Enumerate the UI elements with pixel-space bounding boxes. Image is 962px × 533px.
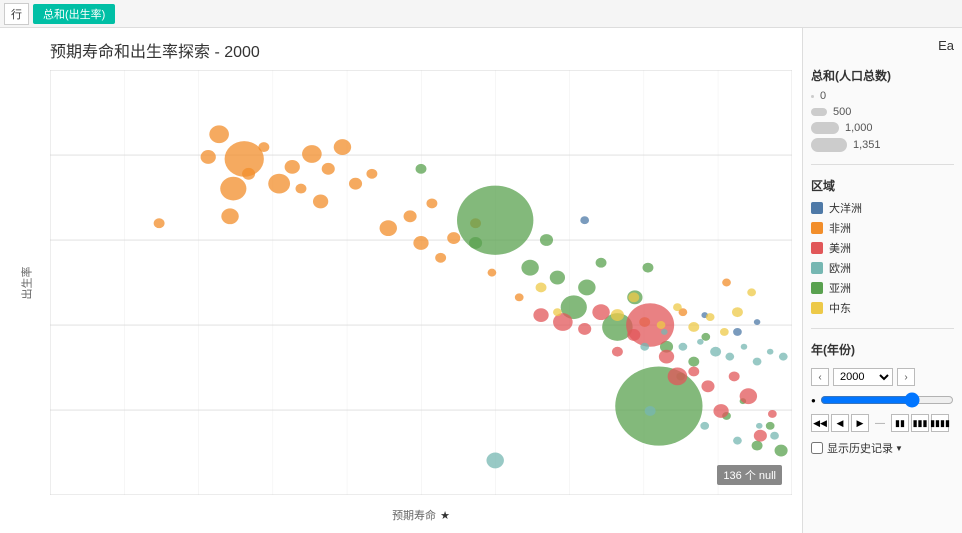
- playback-row: ◀◀ ◀ ▶ — ▮▮ ▮▮▮ ▮▮▮▮: [811, 414, 954, 432]
- show-history-checkbox[interactable]: [811, 442, 823, 454]
- bubble-size-1000: [811, 122, 839, 134]
- row-button[interactable]: 行: [4, 3, 29, 25]
- right-panel: Ea 总和(人口总数) 0 500 1,000 1,351: [802, 28, 962, 533]
- color-legend-section: 区域 大洋洲 非洲 美洲 欧洲: [811, 177, 954, 316]
- africa-color-dot: [811, 222, 823, 234]
- year-select[interactable]: 2000: [833, 368, 893, 386]
- chart-area: 预期寿命和出生率探索 - 2000 出生率: [0, 28, 802, 533]
- year-control-title: 年(年份): [811, 341, 954, 358]
- x-axis-label: 预期寿命 ★: [392, 507, 450, 523]
- slider-circle-icon: ●: [811, 396, 816, 405]
- legend-item-oceania: 大洋洲: [811, 200, 954, 216]
- playback-divider: —: [875, 418, 885, 429]
- play-prev-button[interactable]: ◀◀: [811, 414, 829, 432]
- year-slider-row: ●: [811, 392, 954, 408]
- play-step-prev-button[interactable]: ◀: [831, 414, 849, 432]
- year-row: ‹ 2000 ›: [811, 368, 954, 386]
- bubble-label-1351: 1,351: [853, 139, 881, 151]
- chart-title: 预期寿命和出生率探索 - 2000: [50, 38, 792, 62]
- bubble-size-500: [811, 108, 827, 116]
- bubble-legend-item-1351: 1,351: [811, 138, 954, 152]
- divider-2: [811, 328, 954, 329]
- legend-item-americas: 美洲: [811, 240, 954, 256]
- x-axis-star-icon: ★: [440, 509, 450, 522]
- bubble-size-0: [811, 95, 814, 98]
- year-slider[interactable]: [820, 392, 954, 408]
- playback-format-1[interactable]: ▮▮: [891, 414, 909, 432]
- birth-rate-tag[interactable]: 总和(出生率): [33, 4, 115, 24]
- playback-format-3[interactable]: ▮▮▮▮: [931, 414, 949, 432]
- play-button[interactable]: ▶: [851, 414, 869, 432]
- bubble-size-1351: [811, 138, 847, 152]
- year-next-button[interactable]: ›: [897, 368, 915, 386]
- ea-label: Ea: [811, 38, 954, 53]
- legend-item-middle-east: 中东: [811, 300, 954, 316]
- middle-east-label: 中东: [829, 300, 851, 316]
- main-content: 预期寿命和出生率探索 - 2000 出生率: [0, 28, 962, 533]
- show-history-row: 显示历史记录 ▼: [811, 440, 954, 456]
- y-axis-label: 出生率: [19, 266, 35, 299]
- bubble-legend-title: 总和(人口总数): [811, 67, 954, 84]
- middle-east-color-dot: [811, 302, 823, 314]
- americas-color-dot: [811, 242, 823, 254]
- show-history-dropdown-icon: ▼: [895, 444, 903, 453]
- year-prev-button[interactable]: ‹: [811, 368, 829, 386]
- legend-item-africa: 非洲: [811, 220, 954, 236]
- null-badge: 136 个 null: [717, 465, 782, 485]
- bubble-legend-section: 总和(人口总数) 0 500 1,000 1,351: [811, 67, 954, 152]
- bubble-label-500: 500: [833, 106, 851, 118]
- legend-item-europe: 欧洲: [811, 260, 954, 276]
- year-control-section: 年(年份) ‹ 2000 › ● ◀◀ ◀ ▶ — ▮▮ ▮▮▮ ▮▮▮▮: [811, 341, 954, 456]
- bubble-legend: 0 500 1,000 1,351: [811, 90, 954, 152]
- bubble-legend-item-500: 500: [811, 106, 954, 118]
- africa-label: 非洲: [829, 220, 851, 236]
- divider-1: [811, 164, 954, 165]
- legend-item-asia: 亚洲: [811, 280, 954, 296]
- asia-label: 亚洲: [829, 280, 851, 296]
- bubble-label-0: 0: [820, 90, 826, 102]
- americas-label: 美洲: [829, 240, 851, 256]
- playback-format-2[interactable]: ▮▮▮: [911, 414, 929, 432]
- asia-color-dot: [811, 282, 823, 294]
- scatter-plot: .05 .04 .03 .02 .01 .00 35 40 45 50 55 6…: [50, 70, 792, 495]
- oceania-label: 大洋洲: [829, 200, 862, 216]
- europe-label: 欧洲: [829, 260, 851, 276]
- europe-color-dot: [811, 262, 823, 274]
- chart-container: 出生率 .05: [50, 70, 792, 495]
- show-history-label[interactable]: 显示历史记录 ▼: [827, 440, 903, 456]
- color-legend: 大洋洲 非洲 美洲 欧洲 亚洲: [811, 200, 954, 316]
- toolbar: 行 总和(出生率): [0, 0, 962, 28]
- bubble-legend-item-1000: 1,000: [811, 122, 954, 134]
- bubble-legend-item-0: 0: [811, 90, 954, 102]
- color-legend-title: 区域: [811, 177, 954, 194]
- oceania-color-dot: [811, 202, 823, 214]
- bubble-label-1000: 1,000: [845, 122, 873, 134]
